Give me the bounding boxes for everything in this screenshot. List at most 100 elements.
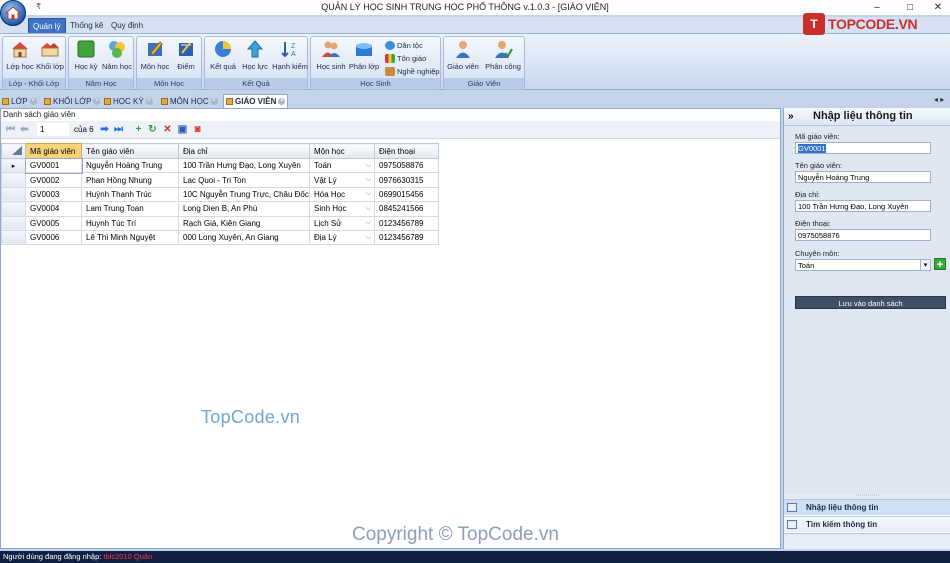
cell-mon-hoc[interactable]: Lịch Sử ⌵ [309, 215, 375, 231]
close-tab-icon[interactable]: × [278, 98, 286, 105]
cell-ten[interactable]: Huynh Túc Trí [81, 215, 179, 231]
chevron-down-icon[interactable]: ⌵ [366, 176, 371, 184]
exit-icon[interactable]: ◙ [192, 124, 203, 135]
cell-dia-chi[interactable]: 000 Long Xuyên, An Giang [178, 229, 310, 246]
close-tab-icon[interactable]: × [29, 97, 37, 105]
cell-dia-chi[interactable]: Lac Quoi - Tri Ton [178, 172, 310, 188]
cell-dia-chi[interactable]: Long Dien B, An Phú [178, 201, 310, 217]
cell-ten[interactable]: Lam Trung Toan [81, 201, 179, 217]
cell-dien-thoai[interactable]: 0699015456 [374, 186, 439, 203]
column-header-mon-hoc[interactable]: Môn học [309, 143, 375, 159]
column-header-dia-chi[interactable]: Địa chỉ [178, 143, 310, 159]
doc-tab-khoi-lop[interactable]: KHỐI LỚP × [42, 94, 102, 108]
tab-quan-ly[interactable]: Quản lý [28, 18, 66, 33]
column-header-ten[interactable]: Tên giáo viên [81, 143, 179, 159]
last-record-icon[interactable]: ⏭ [113, 124, 124, 135]
ma-giao-vien-field[interactable]: GV0001 [795, 142, 931, 154]
table-row[interactable]: GV0002 Phan Hồng Nhung Lac Quoi - Tri To… [1, 172, 439, 188]
nav-nhap-lieu[interactable]: Nhập liệu thông tin [784, 499, 950, 515]
next-record-icon[interactable]: ➡ [99, 124, 110, 135]
giao-vien-button[interactable]: Giáo viên [446, 39, 480, 71]
cell-dien-thoai[interactable]: 0845241566 [374, 201, 439, 217]
phan-lop-button[interactable]: Phân lớp [347, 39, 381, 71]
teacher-grid[interactable]: Mã giáo viên Tên giáo viên Địa chỉ Môn h… [1, 143, 439, 246]
cell-ten[interactable]: Lê Thi Minh Nguyệt [81, 229, 179, 246]
hanh-kiem-button[interactable]: ZA Hạnh kiểm [271, 39, 309, 71]
cell-ma[interactable]: GV0002 [25, 172, 82, 188]
tab-thong-ke[interactable]: Thống kê [66, 18, 107, 33]
grid-corner[interactable] [1, 143, 26, 159]
refresh-icon[interactable]: ↻ [147, 124, 158, 135]
nam-hoc-button[interactable]: Năm học [100, 39, 134, 71]
dien-thoai-field[interactable]: 0975058876 [795, 229, 931, 241]
row-header[interactable] [1, 172, 26, 188]
cell-mon-hoc[interactable]: Toán ⌵ [309, 157, 375, 174]
dan-toc-button[interactable]: Dân tộc [385, 41, 423, 50]
cell-dia-chi[interactable]: Rạch Giá, Kiên Giang [178, 215, 310, 231]
save-to-list-button[interactable]: Lưu vào danh sách [795, 296, 946, 309]
diem-button[interactable]: Điểm [169, 39, 203, 71]
add-record-icon[interactable]: + [133, 124, 144, 135]
table-row[interactable]: GV0006 Lê Thi Minh Nguyệt 000 Long Xuyên… [1, 229, 439, 246]
chevron-down-icon[interactable]: ⌵ [366, 234, 371, 242]
column-header-ma[interactable]: Mã giáo viên [25, 143, 82, 159]
cell-mon-hoc[interactable]: Địa Lý ⌵ [309, 229, 375, 246]
hoc-sinh-button[interactable]: Học sinh [314, 39, 348, 71]
hoc-luc-button[interactable]: Học lực [238, 39, 272, 71]
row-header[interactable] [1, 229, 26, 246]
mon-hoc-button[interactable]: Môn học [138, 39, 172, 71]
first-record-icon[interactable]: ⏮ [5, 124, 16, 135]
cell-dien-thoai[interactable]: 0123456789 [374, 229, 439, 246]
column-header-dien-thoai[interactable]: Điện thoại [374, 143, 439, 159]
ten-giao-vien-field[interactable]: Nguyễn Hoàng Trung [795, 171, 931, 183]
chuyen-mon-select[interactable]: Toán ▾ [795, 259, 931, 271]
current-row-indicator-icon[interactable]: ▸ [1, 157, 26, 174]
cell-ten[interactable]: Huỳnh Thanh Trúc [81, 186, 179, 203]
nav-tim-kiem[interactable]: Tìm kiếm thông tin [784, 516, 950, 532]
prev-record-icon[interactable]: ⬅ [19, 124, 30, 135]
table-row[interactable]: GV0004 Lam Trung Toan Long Dien B, An Ph… [1, 201, 439, 217]
cell-ma[interactable]: GV0004 [25, 201, 82, 217]
cell-mon-hoc[interactable]: Vật Lý ⌵ [309, 172, 375, 188]
ket-qua-button[interactable]: Kết quả [206, 39, 240, 71]
cell-mon-hoc[interactable]: Hóa Học ⌵ [309, 186, 375, 203]
doc-tab-lop[interactable]: LỚP × [0, 94, 39, 108]
row-header[interactable] [1, 201, 26, 217]
dia-chi-field[interactable]: 100 Trần Hưng Đạo, Long Xuyên [795, 200, 931, 212]
cell-ten[interactable]: Phan Hồng Nhung [81, 172, 179, 188]
table-row[interactable]: GV0005 Huynh Túc Trí Rạch Giá, Kiên Gian… [1, 215, 439, 231]
collapse-panel-icon[interactable]: » [788, 111, 794, 122]
doc-tab-hoc-ky[interactable]: HỌC KỲ × [102, 94, 155, 108]
chevron-down-icon[interactable]: ⌵ [366, 190, 371, 198]
close-tab-icon[interactable]: × [93, 97, 101, 105]
tab-quy-dinh[interactable]: Quy định [107, 18, 147, 33]
cell-ma[interactable]: GV0005 [25, 215, 82, 231]
delete-icon[interactable]: ✕ [162, 124, 173, 135]
cell-dia-chi[interactable]: 100 Trần Hưng Đạo, Long Xuyên [178, 157, 310, 174]
cell-dien-thoai[interactable]: 0123456789 [374, 215, 439, 231]
doc-tab-giao-vien[interactable]: GIÁO VIÊN × [223, 94, 289, 108]
close-tab-icon[interactable]: × [210, 97, 218, 105]
hoc-ky-button[interactable]: Học kỳ [69, 39, 103, 71]
cell-mon-hoc[interactable]: Sinh Học ⌵ [309, 201, 375, 217]
cell-ten[interactable]: Nguyễn Hoàng Trung [81, 157, 179, 174]
ton-giao-button[interactable]: Tôn giáo [385, 54, 426, 63]
phan-cong-button[interactable]: Phân công [484, 39, 522, 71]
row-header[interactable] [1, 186, 26, 203]
doc-tab-mon-hoc[interactable]: MÔN HỌC × [159, 94, 220, 108]
chevron-down-icon[interactable]: ⌵ [366, 162, 371, 170]
add-subject-icon[interactable]: + [934, 258, 946, 271]
cell-ma[interactable]: GV0006 [25, 229, 82, 246]
cell-dia-chi[interactable]: 10C Nguyễn Trung Trực, Châu Đốc [178, 186, 310, 203]
cell-dien-thoai[interactable]: 0976630315 [374, 172, 439, 188]
page-number-input[interactable]: 1 [37, 123, 69, 136]
table-row[interactable]: GV0003 Huỳnh Thanh Trúc 10C Nguyễn Trung… [1, 186, 439, 203]
cell-ma[interactable]: GV0001 [24, 157, 83, 174]
tab-scroll-icon[interactable]: ◂ ▸ [934, 95, 944, 104]
app-menu-orb-icon[interactable] [0, 0, 26, 26]
close-tab-icon[interactable]: × [145, 97, 153, 105]
chevron-down-icon[interactable]: ⌵ [366, 205, 371, 213]
cell-ma[interactable]: GV0003 [25, 186, 82, 203]
chevron-down-icon[interactable]: ▾ [920, 260, 930, 270]
save-icon[interactable]: ▣ [177, 124, 188, 135]
